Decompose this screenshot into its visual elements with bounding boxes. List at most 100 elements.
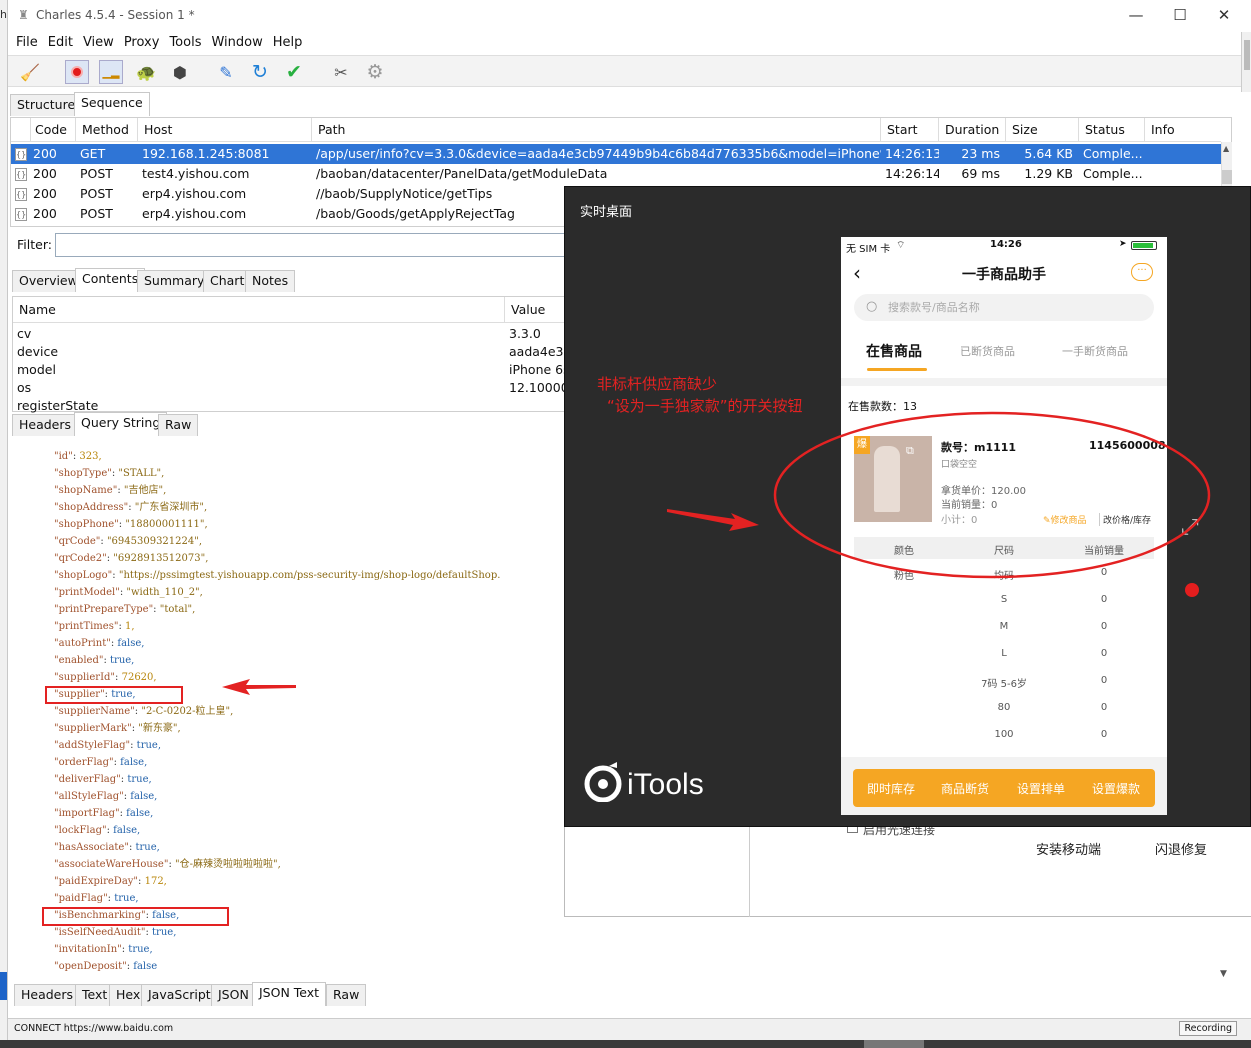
tab-response-json[interactable]: JSON (211, 984, 256, 1006)
set-schedule-button[interactable]: 设置排单 (1017, 780, 1065, 797)
gear-icon[interactable]: ⚙ (363, 60, 387, 84)
json-key: "isSelfNeedAudit" (54, 927, 146, 938)
column-duration[interactable]: Duration (939, 118, 1006, 142)
json-text-view[interactable]: "id": 323, "shopType": "STALL", "shopName"… (12, 440, 564, 985)
message-icon[interactable]: ··· (1131, 263, 1153, 281)
itools-logo-text: iTools (627, 768, 704, 801)
menu-help[interactable]: Help (273, 32, 303, 54)
json-line: "shopType": "STALL", (54, 468, 165, 479)
menu-tools[interactable]: Tools (169, 32, 201, 54)
query-param-name: cv (17, 326, 32, 341)
column-code[interactable]: Code (29, 118, 76, 142)
tab-notes[interactable]: Notes (245, 270, 296, 292)
check-icon[interactable]: ✔ (282, 60, 306, 84)
tab-request-headers[interactable]: Headers (12, 414, 79, 436)
highlight-supplier (45, 686, 183, 704)
cell-method: GET (80, 146, 106, 161)
json-key: "qrCode2" (54, 553, 107, 564)
menu-proxy[interactable]: Proxy (124, 32, 160, 54)
table-row[interactable]: {} 200 GET 192.168.1.245:8081/app/user/info… (11, 144, 1221, 164)
tab-sequence[interactable]: Sequence (74, 92, 150, 116)
json-value: true, (135, 842, 160, 853)
json-line: "printPrepareType": "total", (54, 604, 196, 615)
column-info[interactable]: Info (1145, 118, 1221, 142)
column-status[interactable]: Status (1079, 118, 1145, 142)
cell-status: Comple... (1083, 166, 1143, 181)
refresh-icon[interactable]: ↻ (248, 60, 272, 84)
json-value: "width_110_2", (126, 587, 203, 598)
tab-contents[interactable]: Contents (75, 268, 146, 292)
scroll-up-icon[interactable]: ▲ (1223, 144, 1229, 153)
tab-response-javascript[interactable]: JavaScript (141, 984, 218, 1006)
json-line: "paidExpireDay": 172, (54, 876, 167, 887)
tab-request-raw[interactable]: Raw (158, 414, 199, 436)
json-line: "shopName": "吉他店", (54, 485, 167, 496)
column-start[interactable]: Start (881, 118, 939, 142)
column-size[interactable]: Size (1006, 118, 1079, 142)
itools-title: 实时桌面 (580, 205, 633, 220)
turtle-icon[interactable]: 🐢 (134, 60, 158, 84)
tab-response-json-text[interactable]: JSON Text (252, 982, 327, 1006)
minimize-button[interactable]: — (1116, 4, 1156, 26)
menu-edit[interactable]: Edit (48, 32, 73, 54)
window-scrollbar[interactable] (1241, 32, 1251, 92)
maximize-button[interactable]: ☐ (1160, 4, 1200, 26)
size-cell-sales: 0 (1100, 702, 1108, 713)
column-method[interactable]: Method (76, 118, 138, 142)
json-key: "deliverFlag" (54, 774, 121, 785)
window-title: Charles 4.5.4 - Session 1 * (36, 8, 195, 22)
status-bar: CONNECT https://www.baidu.com Recording (8, 1018, 1251, 1040)
phone-search-input[interactable]: 搜索款号/商品名称 (854, 294, 1154, 321)
column-value[interactable]: Value (505, 297, 573, 323)
json-line: "qrCode2": "6928913512073", (54, 553, 209, 564)
stop-icon[interactable]: ⬢ (168, 60, 192, 84)
json-line: "importFlag": false, (54, 808, 154, 819)
json-value: false (133, 961, 158, 972)
json-value: false, (120, 757, 148, 768)
json-key: "shopType" (54, 468, 112, 479)
tools-icon[interactable]: ✂ (329, 60, 353, 84)
column-host[interactable]: Host (138, 118, 312, 142)
cell-host: test4.yishou.com (142, 166, 250, 181)
query-param-name: os (17, 380, 32, 395)
install-mobile-link[interactable]: 安装移动端 (1036, 839, 1101, 858)
record-icon[interactable] (65, 60, 89, 84)
json-line: "hasAssociate": true, (54, 842, 160, 853)
tab-overview[interactable]: Overview (12, 270, 85, 292)
broom-icon[interactable]: 🧹 (18, 60, 42, 84)
json-line: "printModel": "width_110_2", (54, 587, 203, 598)
json-line: "allStyleFlag": false, (54, 791, 158, 802)
phone-tab-first-hand-sold-out[interactable]: 一手断货商品 (1062, 343, 1128, 359)
menu-window[interactable]: Window (211, 32, 262, 54)
column-name[interactable]: Name (13, 297, 505, 323)
phone-tab-sold-out[interactable]: 已断货商品 (960, 343, 1015, 359)
filter-input[interactable] (55, 233, 570, 257)
column-path[interactable]: Path (312, 118, 881, 142)
crash-repair-link[interactable]: 闪退修复 (1155, 839, 1207, 858)
set-hot-item-button[interactable]: 设置爆款 (1092, 780, 1140, 797)
scroll-down-icon[interactable]: ▼ (1220, 969, 1227, 979)
close-button[interactable]: ✕ (1204, 4, 1244, 26)
tab-response-headers[interactable]: Headers (14, 984, 81, 1006)
tab-structure[interactable]: Structure (10, 94, 83, 116)
record-dot-icon[interactable] (1185, 583, 1199, 597)
response-tabs: Headers Text Hex JavaScript JSON JSON Te… (12, 982, 572, 1006)
menu-file[interactable]: File (16, 32, 38, 54)
search-icon: ○ (866, 299, 878, 314)
cell-duration: 23 ms (961, 146, 1000, 161)
carrier-text: 无 SIM 卡 (846, 244, 891, 255)
mark-sold-out-button[interactable]: 商品断货 (941, 780, 989, 797)
recording-indicator[interactable]: Recording (1179, 1021, 1237, 1036)
menu-view[interactable]: View (83, 32, 114, 54)
request-tabs: Headers Query String Raw (12, 412, 572, 436)
cell-code: 200 (33, 146, 57, 161)
instant-stock-button[interactable]: 即时库存 (867, 780, 915, 797)
tab-query-string[interactable]: Query String (74, 412, 168, 436)
throttle-icon[interactable]: ▁▂ (99, 60, 123, 84)
phone-tab-on-sale[interactable]: 在售商品 (866, 341, 922, 361)
tab-summary[interactable]: Summary (137, 270, 212, 292)
tab-response-raw[interactable]: Raw (326, 984, 367, 1006)
table-row[interactable]: {} 200 POST test4.yishou.com/baoban/datacen… (11, 164, 1221, 184)
pen-icon[interactable]: ✎ (214, 60, 238, 84)
json-value: false, (117, 638, 145, 649)
